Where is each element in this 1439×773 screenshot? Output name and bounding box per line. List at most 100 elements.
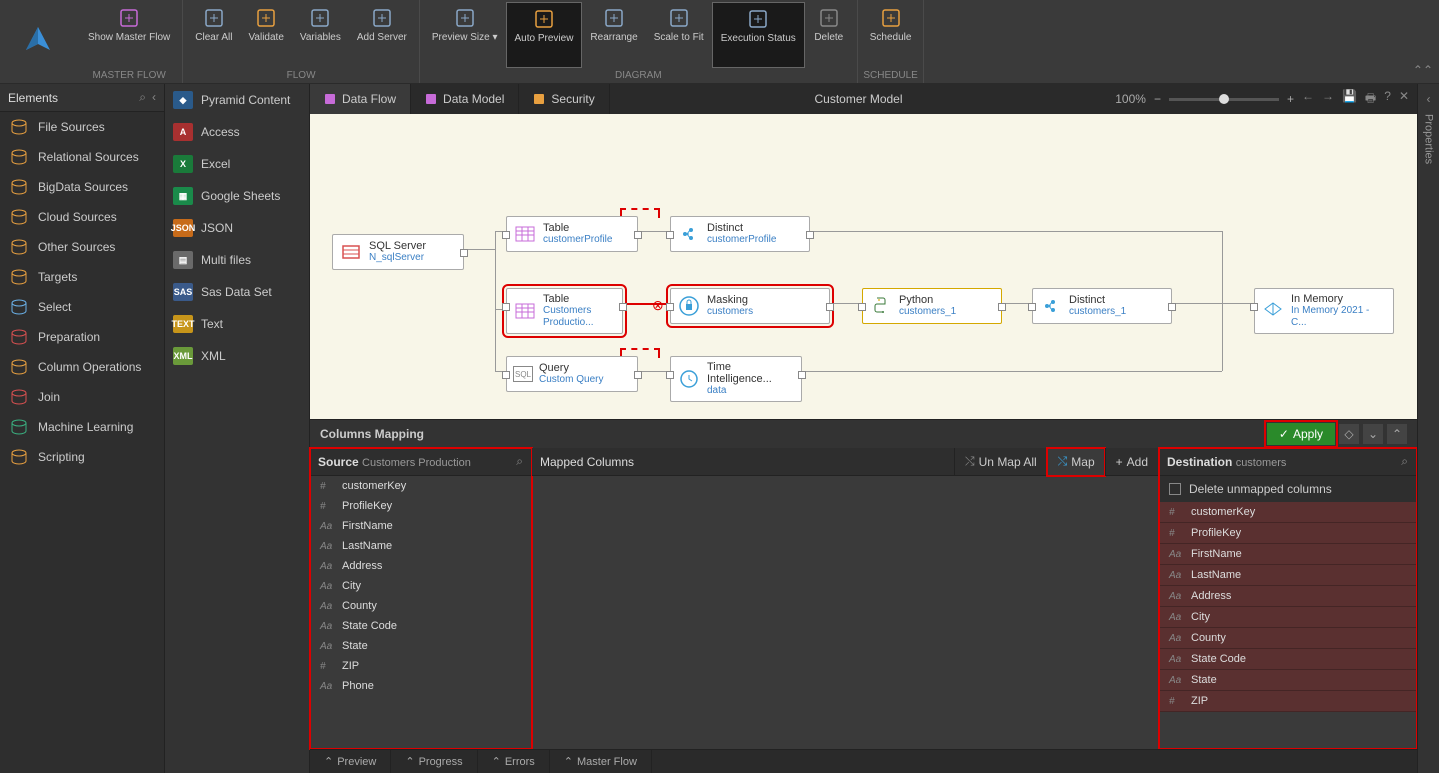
source-access[interactable]: AAccess xyxy=(165,116,309,148)
source-text[interactable]: TEXTText xyxy=(165,308,309,340)
zoom-out-icon[interactable]: − xyxy=(1154,92,1161,106)
element-preparation[interactable]: Preparation xyxy=(0,322,164,352)
source-json[interactable]: JSONJSON xyxy=(165,212,309,244)
collapse-icon[interactable]: ‹ xyxy=(1427,92,1431,106)
src-col[interactable]: AaPhone xyxy=(310,676,531,696)
node-table-profile[interactable]: TablecustomerProfile xyxy=(506,216,638,252)
element-column-ops[interactable]: Column Operations xyxy=(0,352,164,382)
security-icon xyxy=(533,93,545,105)
search-icon[interactable]: ⌕ xyxy=(1401,454,1408,469)
src-col[interactable]: AaLastName xyxy=(310,536,531,556)
json-icon: JSON xyxy=(173,219,193,237)
src-col[interactable]: AaCity xyxy=(310,576,531,596)
unmap-all-button[interactable]: ⤭Un Map All xyxy=(954,448,1047,476)
node-python[interactable]: Pythoncustomers_1 xyxy=(862,288,1002,324)
src-col[interactable]: AaFirstName xyxy=(310,516,531,536)
source-sas[interactable]: SASSas Data Set xyxy=(165,276,309,308)
src-col[interactable]: AaCounty xyxy=(310,596,531,616)
element-targets[interactable]: Targets xyxy=(0,262,164,292)
variables-button[interactable]: Variables xyxy=(292,2,349,68)
dst-col[interactable]: #ProfileKey xyxy=(1159,523,1416,544)
rearrange-button[interactable]: Rearrange xyxy=(582,2,645,68)
nav-back-icon[interactable]: ← xyxy=(1302,89,1314,110)
validate-button[interactable]: Validate xyxy=(241,2,292,68)
properties-rail[interactable]: ‹ Properties xyxy=(1417,84,1439,773)
zoom-in-icon[interactable]: + xyxy=(1287,92,1294,106)
scale-fit-button[interactable]: Scale to Fit xyxy=(646,2,712,68)
node-query[interactable]: SQL QueryCustom Query xyxy=(506,356,638,392)
btab-errors[interactable]: ⌃Errors xyxy=(478,750,550,773)
src-col[interactable]: #ZIP xyxy=(310,656,531,676)
map-button[interactable]: ⤭Map xyxy=(1047,448,1105,476)
chevron-down-icon[interactable]: ⌄ xyxy=(1363,424,1383,444)
help-icon[interactable]: ? xyxy=(1384,89,1391,110)
type-icon: Aa xyxy=(1169,654,1185,665)
src-col[interactable]: #ProfileKey xyxy=(310,496,531,516)
tab-dataflow[interactable]: Data Flow xyxy=(310,84,411,114)
node-inmemory[interactable]: In MemoryIn Memory 2021 - C... xyxy=(1254,288,1394,334)
dst-col[interactable]: AaState Code xyxy=(1159,649,1416,670)
dst-col[interactable]: AaAddress xyxy=(1159,586,1416,607)
add-server-button[interactable]: Add Server xyxy=(349,2,415,68)
element-cloud-sources[interactable]: Cloud Sources xyxy=(0,202,164,232)
print-icon[interactable]: 🖶 xyxy=(1365,89,1376,110)
element-select[interactable]: Select xyxy=(0,292,164,322)
node-masking[interactable]: Maskingcustomers xyxy=(670,288,830,324)
apply-button[interactable]: ✓ Apply xyxy=(1267,423,1335,445)
source-pyramid[interactable]: ◆Pyramid Content xyxy=(165,84,309,116)
search-icon[interactable]: ⌕ xyxy=(139,90,146,105)
node-distinct-customers[interactable]: Distinctcustomers_1 xyxy=(1032,288,1172,324)
element-bigdata-sources[interactable]: BigData Sources xyxy=(0,172,164,202)
element-join[interactable]: Join xyxy=(0,382,164,412)
auto-preview-icon xyxy=(532,7,556,31)
src-col[interactable]: #customerKey xyxy=(310,476,531,496)
source-excel[interactable]: XExcel xyxy=(165,148,309,180)
dst-col[interactable]: #customerKey xyxy=(1159,502,1416,523)
nav-fwd-icon[interactable]: → xyxy=(1322,89,1334,110)
clear-all-button[interactable]: Clear All xyxy=(187,2,240,68)
show-master-flow-button[interactable]: Show Master Flow xyxy=(80,2,178,68)
element-file-sources[interactable]: File Sources xyxy=(0,112,164,142)
src-col[interactable]: AaAddress xyxy=(310,556,531,576)
element-other-sources[interactable]: Other Sources xyxy=(0,232,164,262)
tab-security[interactable]: Security xyxy=(519,84,609,114)
add-button[interactable]: +Add xyxy=(1105,448,1158,476)
delete-unmapped-checkbox[interactable]: Delete unmapped columns xyxy=(1159,476,1416,502)
close-icon[interactable]: ✕ xyxy=(1399,89,1409,110)
node-sqlserver[interactable]: SQL ServerN_sqlServer xyxy=(332,234,464,270)
node-timeintel[interactable]: Time Intelligence...data xyxy=(670,356,802,402)
src-col[interactable]: AaState xyxy=(310,636,531,656)
element-scripting[interactable]: Scripting xyxy=(0,442,164,472)
btab-progress[interactable]: ⌃Progress xyxy=(391,750,477,773)
src-col[interactable]: AaState Code xyxy=(310,616,531,636)
preview-size-button[interactable]: Preview Size ▾ xyxy=(424,2,506,68)
dst-col[interactable]: AaLastName xyxy=(1159,565,1416,586)
exec-status-button[interactable]: Execution Status xyxy=(712,2,805,68)
node-distinct-profile[interactable]: DistinctcustomerProfile xyxy=(670,216,810,252)
chevron-up-icon[interactable]: ⌃ xyxy=(1387,424,1407,444)
dst-col[interactable]: AaFirstName xyxy=(1159,544,1416,565)
delete-button[interactable]: Delete xyxy=(805,2,853,68)
auto-preview-button[interactable]: Auto Preview xyxy=(506,2,583,68)
source-multifiles[interactable]: ▤Multi files xyxy=(165,244,309,276)
tab-datamodel[interactable]: Data Model xyxy=(411,84,519,114)
ribbon-collapse-icon[interactable]: ⌃⌃ xyxy=(1413,63,1433,77)
save-icon[interactable]: 💾 xyxy=(1342,89,1357,110)
dst-col[interactable]: AaCounty xyxy=(1159,628,1416,649)
schedule-button[interactable]: Schedule xyxy=(862,2,920,68)
source-gsheets[interactable]: ▦Google Sheets xyxy=(165,180,309,212)
diagram-canvas[interactable]: SQL ServerN_sqlServer TablecustomerProfi… xyxy=(310,114,1417,419)
btab-masterflow[interactable]: ⌃Master Flow xyxy=(550,750,652,773)
dst-col[interactable]: AaState xyxy=(1159,670,1416,691)
collapse-icon[interactable]: ‹ xyxy=(152,90,156,105)
element-ml[interactable]: Machine Learning xyxy=(0,412,164,442)
diamond-icon[interactable]: ◇ xyxy=(1339,424,1359,444)
btab-preview[interactable]: ⌃Preview xyxy=(310,750,391,773)
zoom-slider[interactable] xyxy=(1169,98,1279,101)
search-icon[interactable]: ⌕ xyxy=(516,454,523,469)
dst-col[interactable]: #ZIP xyxy=(1159,691,1416,712)
element-relational-sources[interactable]: Relational Sources xyxy=(0,142,164,172)
node-table-customers[interactable]: TableCustomers Productio... xyxy=(506,288,623,334)
dst-col[interactable]: AaCity xyxy=(1159,607,1416,628)
source-xml[interactable]: XMLXML xyxy=(165,340,309,372)
